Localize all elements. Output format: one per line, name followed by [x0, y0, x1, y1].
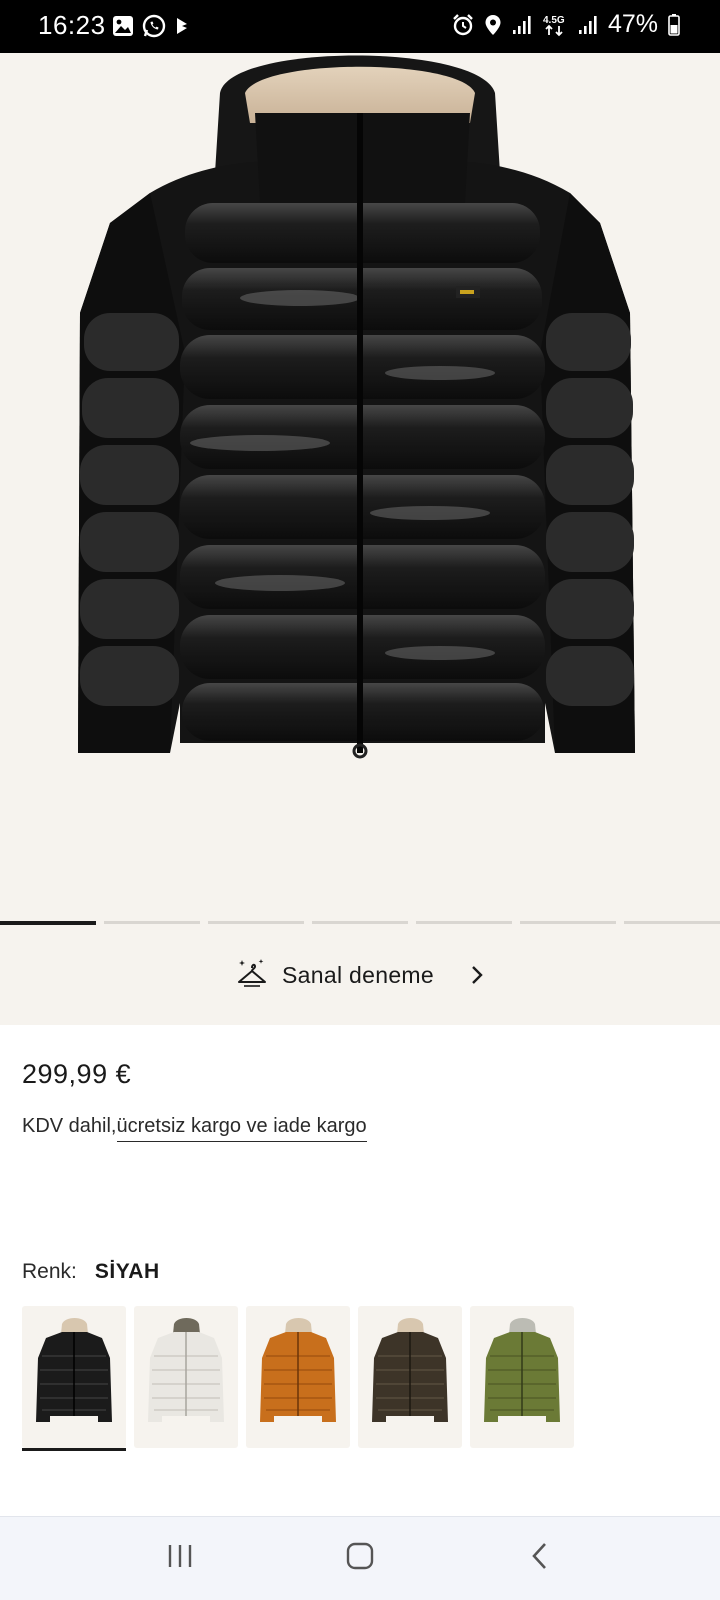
carousel-dot[interactable]: [208, 921, 304, 924]
product-image[interactable]: [0, 53, 720, 925]
battery-percent: 47%: [607, 10, 658, 38]
color-label: Renk:: [22, 1260, 77, 1283]
signal-icon-2: [578, 15, 598, 35]
jacket-thumbnail: [484, 1318, 560, 1422]
product-price: 299,99 €: [22, 1059, 132, 1089]
carousel-dot[interactable]: [312, 921, 408, 924]
network-4.5g-icon: 4.5G: [542, 13, 568, 37]
chevron-right-icon: [470, 964, 484, 986]
tryon-label: Sanal deneme: [282, 961, 434, 988]
play-icon: [174, 16, 190, 36]
battery-icon: [668, 13, 680, 36]
gallery-icon: [112, 15, 134, 37]
color-value: SİYAH: [94, 1260, 160, 1283]
virtual-tryon-button[interactable]: Sanal deneme: [0, 925, 720, 1025]
home-icon: [345, 1541, 375, 1576]
carousel-dot[interactable]: [520, 921, 616, 924]
jacket-illustration: [78, 55, 635, 759]
hanger-sparkle-icon: [236, 958, 268, 993]
back-button[interactable]: [510, 1534, 570, 1584]
carousel-dot[interactable]: [624, 921, 720, 924]
tax-prefix: KDV dahil,: [22, 1115, 117, 1137]
color-swatch-brown[interactable]: [358, 1306, 462, 1448]
jacket-thumbnail: [36, 1318, 112, 1422]
home-button[interactable]: [330, 1534, 390, 1584]
tax-info: KDV dahil, ücretsiz kargo ve iade kargo: [22, 1115, 367, 1142]
location-icon: [484, 14, 502, 36]
color-swatches: [22, 1306, 574, 1451]
recent-apps-button[interactable]: [150, 1534, 210, 1584]
color-selector-label: Renk: SİYAH: [22, 1260, 160, 1284]
status-bar: 16:23 4.5G 47%: [0, 0, 720, 53]
color-swatch-black[interactable]: [22, 1306, 126, 1451]
alarm-icon: [452, 13, 474, 36]
shipping-returns-link[interactable]: ücretsiz kargo ve iade kargo: [116, 1115, 367, 1142]
status-time: 16:23: [38, 10, 106, 40]
carousel-dot[interactable]: [104, 921, 200, 924]
color-swatch-olive[interactable]: [470, 1306, 574, 1448]
jacket-thumbnail: [148, 1318, 224, 1422]
recent-apps-icon: [166, 1543, 194, 1574]
color-swatch-orange[interactable]: [246, 1306, 350, 1448]
color-swatch-white[interactable]: [134, 1306, 238, 1448]
svg-text:4.5G: 4.5G: [543, 15, 565, 26]
status-right-icons: 4.5G 47%: [452, 10, 680, 39]
whatsapp-icon: [142, 14, 166, 38]
jacket-thumbnail: [260, 1318, 336, 1422]
jacket-thumbnail: [372, 1318, 448, 1422]
system-navigation-bar: [0, 1516, 720, 1600]
signal-icon: [512, 15, 532, 35]
carousel-dot[interactable]: [416, 921, 512, 924]
back-icon: [530, 1541, 550, 1576]
status-left-icons: [112, 14, 190, 38]
